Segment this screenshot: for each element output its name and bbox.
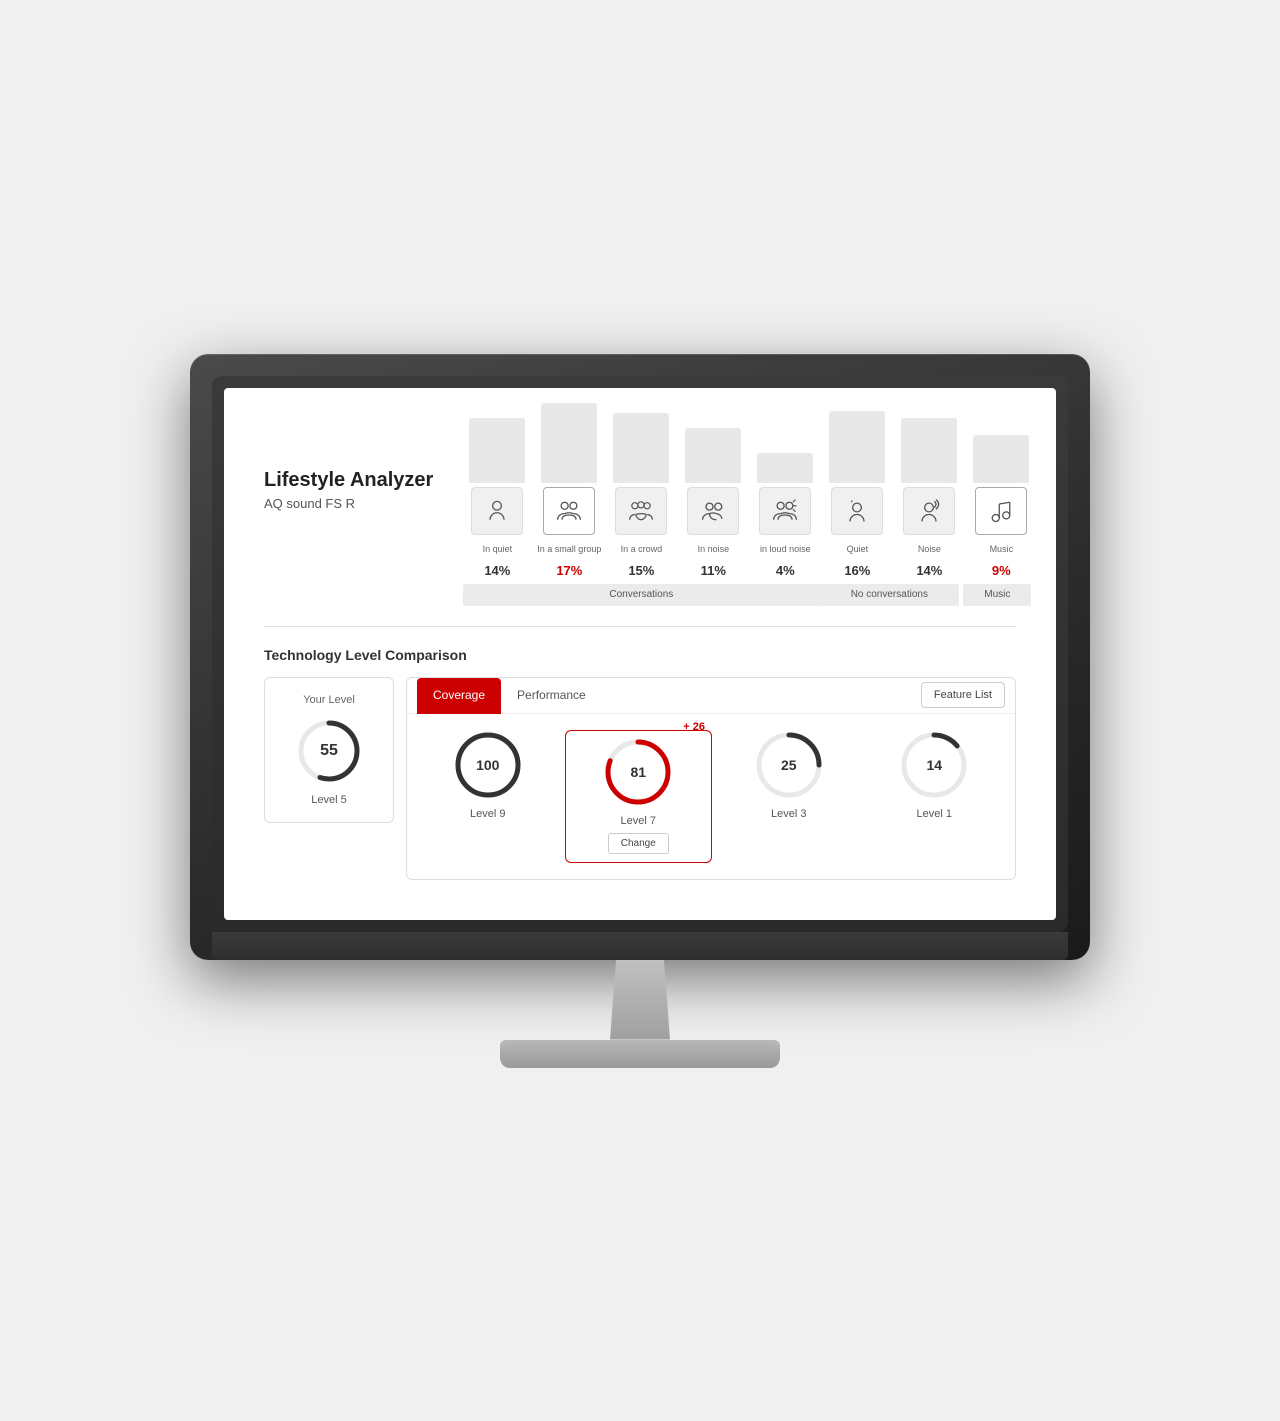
bar-percent-in-loud-noise: 4% bbox=[776, 563, 795, 578]
feature-list-button[interactable]: Feature List bbox=[921, 682, 1005, 708]
screen-content: Lifestyle Analyzer AQ sound FS R In quie… bbox=[224, 388, 1056, 920]
bar-percent-noise: 14% bbox=[916, 563, 942, 578]
category-label-no-conversations: No conversations bbox=[819, 584, 959, 606]
level-name-level7: Level 7 bbox=[621, 815, 656, 827]
lifestyle-title-block: Lifestyle Analyzer AQ sound FS R bbox=[264, 418, 433, 511]
bar-label-quiet: Quiet bbox=[847, 539, 869, 561]
bar-item-in-quiet: In quiet 14% bbox=[463, 388, 531, 578]
bar-icon-in-noise bbox=[687, 487, 739, 535]
monitor-chin bbox=[212, 932, 1068, 960]
bar-item-in-loud-noise: in loud noise 4% bbox=[751, 388, 819, 578]
level-item-level1: 14 Level 1 bbox=[866, 730, 1004, 820]
bar-label-in-small-group: In a small group bbox=[537, 539, 601, 561]
bar-label-music: Music bbox=[990, 539, 1014, 561]
gauge: 81 bbox=[603, 737, 673, 807]
monitor: Lifestyle Analyzer AQ sound FS R In quie… bbox=[190, 354, 1090, 1068]
app-title: Lifestyle Analyzer bbox=[264, 468, 433, 492]
level-name-level9: Level 9 bbox=[470, 808, 505, 820]
levels-row: 100 Level 9 + 26 81 Level 7 Change 25 Leve… bbox=[407, 714, 1015, 879]
comparison-block: Coverage Performance Feature List 100 Le… bbox=[406, 677, 1016, 880]
change-button[interactable]: Change bbox=[608, 833, 669, 854]
bar-percent-in-noise: 11% bbox=[701, 563, 726, 578]
tech-section: Technology Level Comparison Your Level bbox=[264, 627, 1016, 880]
bar-item-quiet: Quiet 16% bbox=[823, 388, 891, 578]
level-item-level7: + 26 81 Level 7Change bbox=[565, 730, 713, 863]
monitor-bezel: Lifestyle Analyzer AQ sound FS R In quie… bbox=[212, 376, 1068, 932]
gauge: 25 bbox=[754, 730, 824, 800]
bar-percent-quiet: 16% bbox=[844, 563, 870, 578]
tech-title: Technology Level Comparison bbox=[264, 647, 1016, 663]
bar-label-in-loud-noise: in loud noise bbox=[760, 539, 811, 561]
bar-icon-noise bbox=[903, 487, 955, 535]
bar-icon-quiet bbox=[831, 487, 883, 535]
your-level-value: 55 bbox=[320, 742, 338, 760]
level-item-level9: 100 Level 9 bbox=[419, 730, 557, 820]
your-level-label: Your Level bbox=[303, 694, 355, 706]
bar-item-in-noise: In noise 11% bbox=[679, 388, 747, 578]
your-level-card: Your Level 55 Level 5 bbox=[264, 677, 394, 823]
monitor-stand-base bbox=[500, 1040, 780, 1068]
level-name-level1: Level 1 bbox=[917, 808, 952, 820]
lifestyle-section: Lifestyle Analyzer AQ sound FS R In quie… bbox=[264, 418, 1016, 627]
bar-icon-in-small-group bbox=[543, 487, 595, 535]
tab-performance[interactable]: Performance bbox=[501, 678, 602, 714]
category-label-conversations: Conversations bbox=[463, 584, 819, 606]
bar-label-in-noise: In noise bbox=[698, 539, 730, 561]
tabs-left: Coverage Performance bbox=[417, 678, 602, 713]
bar-percent-in-quiet: 14% bbox=[484, 563, 510, 578]
bar-icon-music bbox=[975, 487, 1027, 535]
bar-label-in-a-crowd: In a crowd bbox=[621, 539, 663, 561]
bars-section: In quiet 14% In a small group 17% In a crowd… bbox=[463, 418, 1035, 606]
bar-percent-in-small-group: 17% bbox=[556, 563, 582, 578]
monitor-outer: Lifestyle Analyzer AQ sound FS R In quie… bbox=[190, 354, 1090, 960]
gauge: 14 bbox=[899, 730, 969, 800]
bar-percent-in-a-crowd: 15% bbox=[628, 563, 654, 578]
bars-container: In quiet 14% In a small group 17% In a crowd… bbox=[463, 418, 1035, 578]
bar-item-music: Music 9% bbox=[967, 388, 1035, 578]
bar-label-in-quiet: In quiet bbox=[483, 539, 513, 561]
gauge: 100 bbox=[453, 730, 523, 800]
bar-icon-in-quiet bbox=[471, 487, 523, 535]
category-labels: ConversationsNo conversationsMusic bbox=[463, 584, 1035, 606]
app-subtitle: AQ sound FS R bbox=[264, 496, 433, 511]
monitor-stand-neck bbox=[580, 960, 700, 1040]
bar-label-noise: Noise bbox=[918, 539, 941, 561]
tab-coverage[interactable]: Coverage bbox=[417, 678, 501, 714]
bar-icon-in-a-crowd bbox=[615, 487, 667, 535]
bar-percent-music: 9% bbox=[992, 563, 1011, 578]
your-level-gauge: 55 bbox=[294, 716, 364, 786]
bar-item-noise: Noise 14% bbox=[895, 388, 963, 578]
your-level-name: Level 5 bbox=[311, 794, 346, 806]
category-label-music: Music bbox=[963, 584, 1031, 606]
level-item-level3: 25 Level 3 bbox=[720, 730, 858, 820]
tech-body: Your Level 55 Level 5 bbox=[264, 677, 1016, 880]
tabs-row: Coverage Performance Feature List bbox=[407, 678, 1015, 714]
monitor-screen: Lifestyle Analyzer AQ sound FS R In quie… bbox=[224, 388, 1056, 920]
bar-item-in-a-crowd: In a crowd 15% bbox=[607, 388, 675, 578]
plus-badge: + 26 bbox=[683, 721, 705, 733]
bar-icon-in-loud-noise bbox=[759, 487, 811, 535]
level-name-level3: Level 3 bbox=[771, 808, 806, 820]
bar-item-in-small-group: In a small group 17% bbox=[535, 388, 603, 578]
